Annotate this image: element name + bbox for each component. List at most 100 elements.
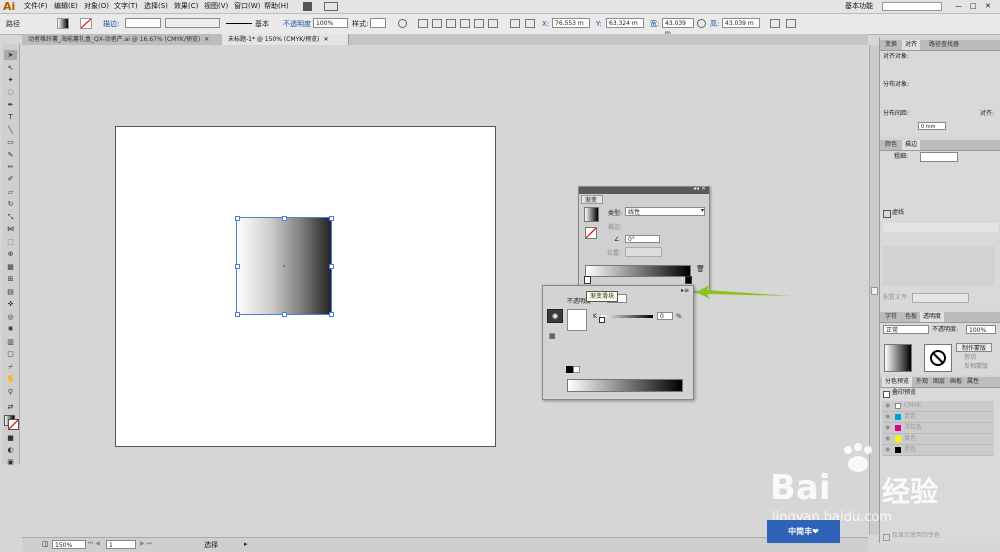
y-field[interactable]: 63.324 m <box>606 18 644 28</box>
maximize-button[interactable]: □ <box>970 0 977 13</box>
tab-color[interactable]: 颜色 <box>882 140 900 150</box>
link-proportions-icon[interactable] <box>697 19 706 28</box>
gradient-stop-white[interactable] <box>584 276 591 284</box>
color-spectrum-bar[interactable] <box>567 379 683 392</box>
blob-brush-tool-icon[interactable]: ✐ <box>4 174 17 184</box>
k-value-field[interactable]: 0 <box>657 312 673 320</box>
tab-character[interactable]: 字符 <box>882 312 900 322</box>
panel-collapse-icon[interactable]: ◂◂ ✕ <box>693 185 706 192</box>
height-label[interactable]: 高: <box>710 19 719 29</box>
free-transform-tool-icon[interactable]: ⬚ <box>4 237 17 247</box>
angle-field[interactable]: 0° <box>625 235 660 243</box>
menu-select[interactable]: 选择(S) <box>144 0 168 13</box>
stroke-style-label[interactable]: 基本 <box>255 19 269 29</box>
blend-mode-select[interactable]: 正常 <box>883 325 929 334</box>
gradient-tab[interactable]: 渐变 <box>581 195 603 204</box>
menu-window[interactable]: 窗口(W) <box>234 0 260 13</box>
blend-tool-icon[interactable]: ◎ <box>4 312 17 322</box>
menu-view[interactable]: 视图(V) <box>204 0 228 13</box>
transform-icon[interactable] <box>510 19 520 28</box>
tab-document-2[interactable]: 未标题-1* @ 150% (CMYK/预览) ✕ <box>222 34 349 45</box>
bridge-icon[interactable] <box>303 2 312 11</box>
zoom-field[interactable]: 150% <box>52 540 86 549</box>
scrollbar-thumb[interactable] <box>871 287 878 295</box>
selection-handle[interactable] <box>282 216 287 221</box>
weight-field[interactable] <box>920 152 958 162</box>
selection-tool-icon[interactable]: ➤ <box>4 50 17 60</box>
selection-handle[interactable] <box>235 264 240 269</box>
mesh-tool-icon[interactable]: ⊞ <box>4 274 17 284</box>
slice-tool-icon[interactable]: ⌿ <box>4 362 17 372</box>
spacing-field[interactable]: 0 mm <box>918 122 946 130</box>
profile-select[interactable] <box>912 293 969 303</box>
k-slider-thumb[interactable] <box>599 317 605 323</box>
reference-point-icon[interactable] <box>525 19 535 28</box>
swap-fill-stroke-icon[interactable]: ⇄ <box>4 402 17 412</box>
dash-fields[interactable] <box>883 223 998 232</box>
eye-icon[interactable]: ◉ <box>885 412 890 422</box>
menu-object[interactable]: 对象(O) <box>84 0 109 13</box>
black-swatch[interactable] <box>566 366 573 373</box>
gradient-tool-icon[interactable]: ▤ <box>4 287 17 297</box>
symbol-sprayer-tool-icon[interactable]: ✺ <box>4 324 17 334</box>
stroke-weight-field[interactable] <box>125 18 161 28</box>
artboard-nav-icon[interactable]: ◫ <box>42 540 49 548</box>
shape-builder-tool-icon[interactable]: ⊕ <box>4 249 17 259</box>
pencil-tool-icon[interactable]: ✏ <box>4 162 17 172</box>
tab-artboards[interactable]: 画板 <box>947 377 965 387</box>
search-input[interactable] <box>882 2 942 11</box>
gradient-stop-black[interactable] <box>685 276 692 284</box>
eye-icon[interactable]: ◉ <box>885 423 890 433</box>
magic-wand-tool-icon[interactable]: ✦ <box>4 75 17 85</box>
trash-icon[interactable]: 🗑 <box>696 265 705 273</box>
options-menu-icon[interactable] <box>786 19 796 28</box>
opacity-field[interactable]: 100% <box>966 325 996 334</box>
workspace-switcher[interactable]: 基本功能 <box>845 0 873 13</box>
width-tool-icon[interactable]: ⋈ <box>4 224 17 234</box>
fill-swatch[interactable] <box>57 18 69 29</box>
separation-row[interactable]: ◉ 洋红色 <box>882 423 994 434</box>
gradient-preview[interactable] <box>584 207 599 222</box>
arrowheads-section[interactable] <box>883 246 995 286</box>
close-icon[interactable]: ✕ <box>324 36 329 43</box>
lasso-tool-icon[interactable]: ◌ <box>4 87 17 97</box>
eye-icon[interactable]: ◉ <box>547 309 563 323</box>
align-middle-icon[interactable] <box>474 19 484 28</box>
close-button[interactable]: ✕ <box>985 0 991 13</box>
pen-tool-icon[interactable]: ✒ <box>4 100 17 110</box>
recolor-icon[interactable] <box>398 19 407 28</box>
panel-menu-icon[interactable]: ▸≡ <box>681 287 689 294</box>
zoom-tool-icon[interactable]: ⚲ <box>4 387 17 397</box>
x-label[interactable]: X: <box>542 19 549 29</box>
perspective-grid-tool-icon[interactable]: ▦ <box>4 262 17 272</box>
variable-width-profile[interactable] <box>165 18 220 28</box>
align-left-icon[interactable] <box>418 19 428 28</box>
panel-titlebar[interactable]: ◂◂ ✕ <box>579 185 709 194</box>
gradient-slider[interactable] <box>585 265 691 277</box>
tab-separations-preview[interactable]: 分色预览 <box>882 377 913 387</box>
align-right-icon[interactable] <box>446 19 456 28</box>
isolate-icon[interactable] <box>770 19 780 28</box>
width-label[interactable]: 宽: <box>650 19 659 29</box>
tab-pathfinder[interactable]: 路径查找器 <box>926 40 962 50</box>
drawing-mode-icon[interactable]: ◐ <box>4 445 17 455</box>
x-field[interactable]: 76.553 m <box>552 18 590 28</box>
dashed-checkbox[interactable] <box>883 210 891 218</box>
selection-handle[interactable] <box>329 216 334 221</box>
selection-handle[interactable] <box>235 216 240 221</box>
stop-color-preview[interactable] <box>567 309 587 331</box>
k-slider[interactable] <box>601 315 653 318</box>
status-menu-icon[interactable]: ▸ <box>244 540 248 548</box>
artboard-tool-icon[interactable]: ▢ <box>4 349 17 359</box>
rectangle-tool-icon[interactable]: ▭ <box>4 137 17 147</box>
page-field[interactable]: 1 <box>106 540 136 549</box>
opacity-label[interactable]: 不透明度 <box>283 19 311 29</box>
opacity-field[interactable]: 100% <box>313 18 348 28</box>
column-graph-tool-icon[interactable]: ▥ <box>4 337 17 347</box>
graphic-style-field[interactable] <box>370 18 386 28</box>
eyedropper-tool-icon[interactable]: ✜ <box>4 299 17 309</box>
width-field[interactable]: 43.039 m <box>662 18 694 37</box>
stroke-indicator[interactable] <box>8 419 19 430</box>
color-mode-icon[interactable]: ■ <box>4 433 17 443</box>
selection-handle[interactable] <box>329 312 334 317</box>
